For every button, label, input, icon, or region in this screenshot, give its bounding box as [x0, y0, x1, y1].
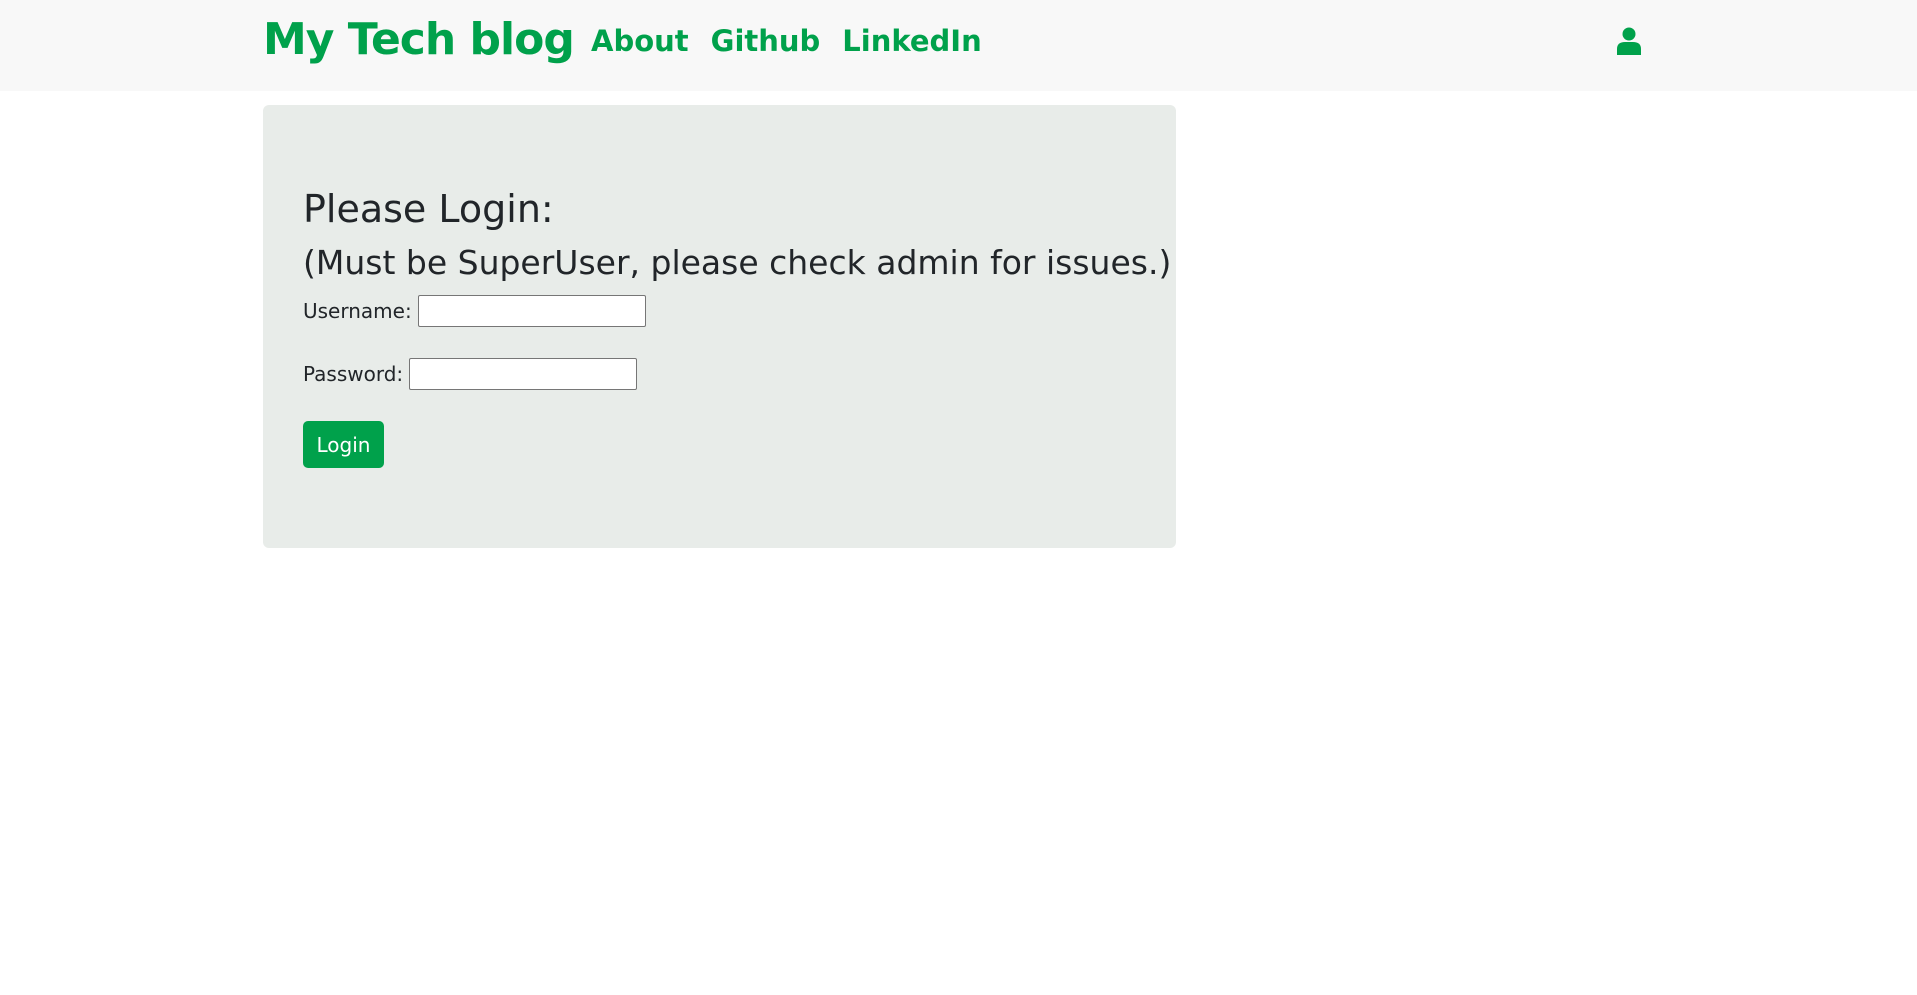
- username-row: Username:: [303, 295, 646, 327]
- user-icon[interactable]: [1617, 27, 1641, 55]
- password-row: Password:: [303, 358, 638, 390]
- nav-links: About Github LinkedIn: [591, 24, 982, 58]
- password-input[interactable]: [409, 358, 638, 390]
- login-button[interactable]: Login: [303, 421, 384, 468]
- username-input[interactable]: [417, 295, 646, 327]
- user-icon-svg: [1617, 27, 1641, 55]
- nav-link-about[interactable]: About: [591, 24, 689, 58]
- brand-link[interactable]: My Tech blog: [263, 14, 575, 65]
- login-card: Please Login: (Must be SuperUser, please…: [263, 105, 1176, 548]
- login-subtitle: (Must be SuperUser, please check admin f…: [303, 243, 1172, 282]
- nav-link-github[interactable]: Github: [711, 24, 821, 58]
- login-title: Please Login:: [303, 187, 554, 231]
- navbar: My Tech blog About Github LinkedIn: [0, 0, 1917, 91]
- password-label: Password:: [303, 362, 404, 386]
- username-label: Username:: [303, 299, 412, 323]
- nav-link-linkedin[interactable]: LinkedIn: [842, 24, 981, 58]
